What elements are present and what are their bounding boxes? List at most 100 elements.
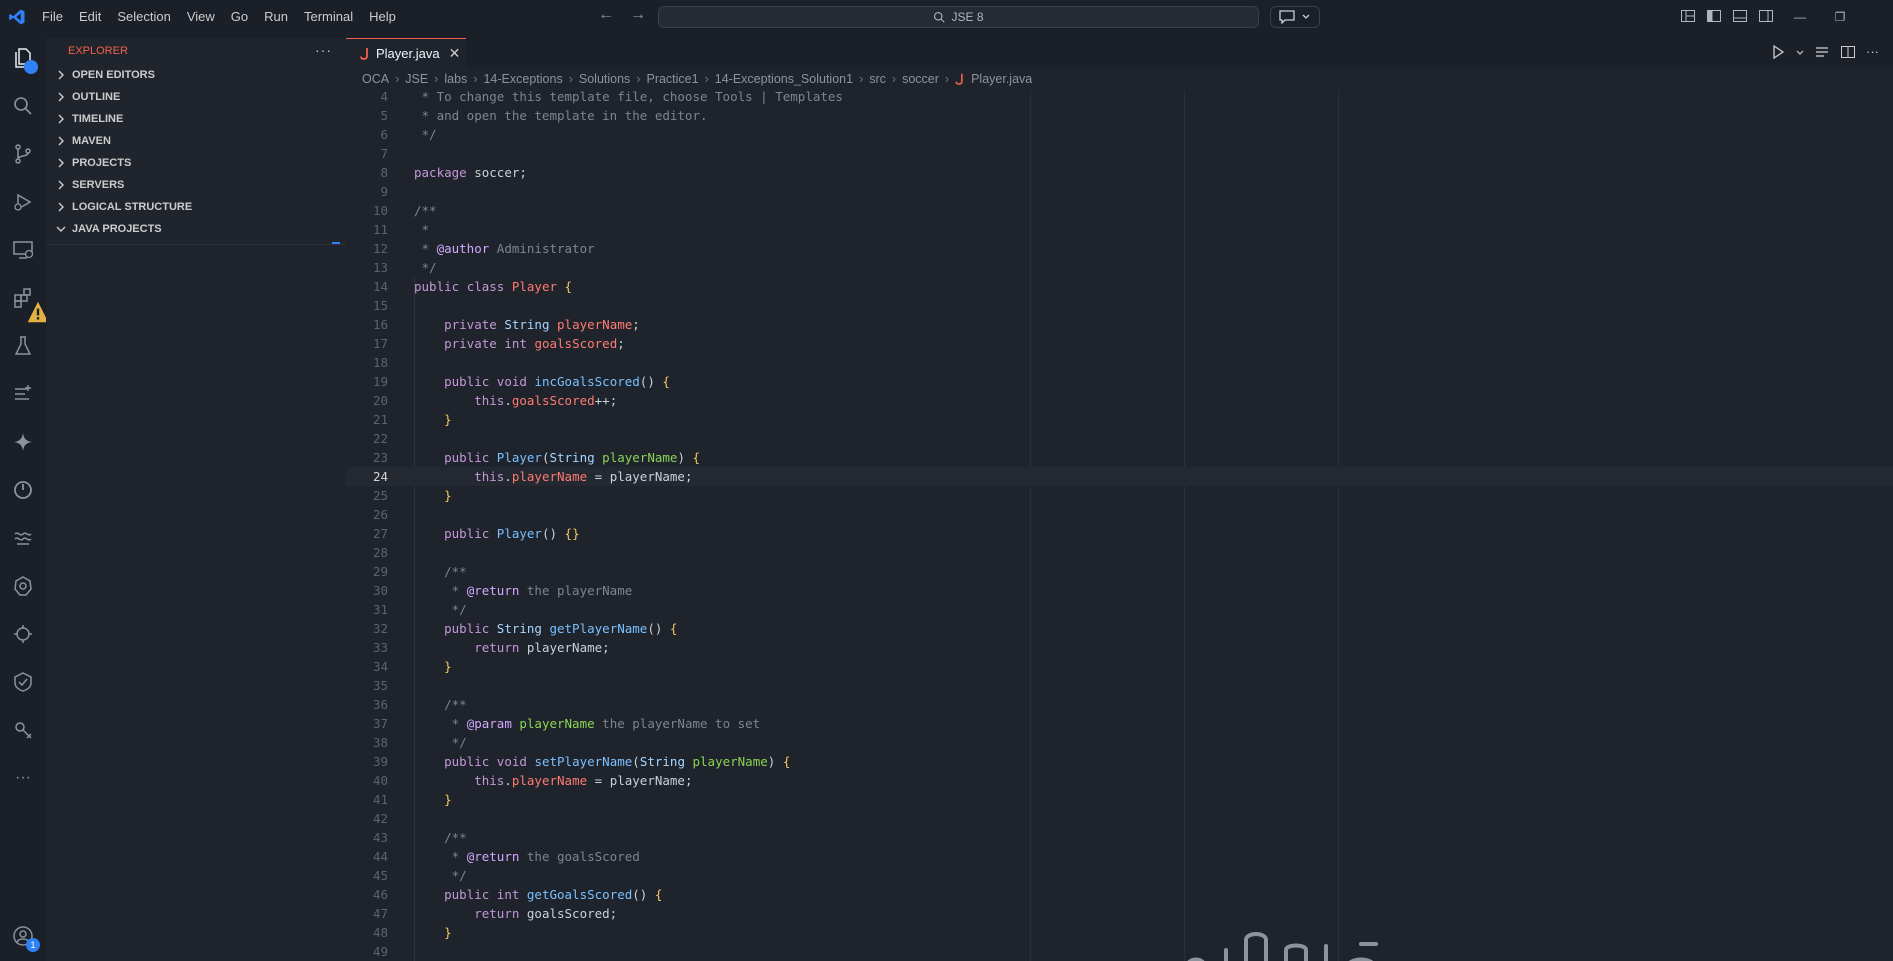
section-outline[interactable]: OUTLINE xyxy=(46,86,346,108)
breadcrumb-item[interactable]: Player.java xyxy=(971,72,1032,86)
source-control-icon[interactable] xyxy=(0,134,46,174)
code-line[interactable]: 23 public Player(String playerName) { xyxy=(346,448,1893,467)
code-line[interactable]: 9 xyxy=(346,182,1893,201)
menu-view[interactable]: View xyxy=(179,0,223,34)
code-line[interactable]: 48 } xyxy=(346,923,1893,942)
code-line[interactable]: 36 /** xyxy=(346,695,1893,714)
code-line[interactable]: 8 package soccer; xyxy=(346,163,1893,182)
code-line[interactable]: 22 xyxy=(346,429,1893,448)
code-line[interactable]: 43 /** xyxy=(346,828,1893,847)
code-line[interactable]: 14 public class Player { xyxy=(346,277,1893,296)
section-servers[interactable]: SERVERS xyxy=(46,174,346,196)
code-line[interactable]: 12 * @author Administrator xyxy=(346,239,1893,258)
menu-help[interactable]: Help xyxy=(361,0,404,34)
code-line[interactable]: 30 * @return the playerName xyxy=(346,581,1893,600)
code-line[interactable]: 38 */ xyxy=(346,733,1893,752)
section-java-projects[interactable]: JAVA PROJECTS xyxy=(46,218,346,240)
code-line[interactable]: 11 * xyxy=(346,220,1893,239)
breadcrumb-item[interactable]: labs xyxy=(444,72,467,86)
code-line[interactable]: 31 */ xyxy=(346,600,1893,619)
code-line[interactable]: 29 /** xyxy=(346,562,1893,581)
code-line[interactable]: 47 return goalsScored; xyxy=(346,904,1893,923)
testing-icon[interactable] xyxy=(0,326,46,366)
search-icon[interactable] xyxy=(0,86,46,126)
breadcrumb-item[interactable]: 14-Exceptions xyxy=(483,72,562,86)
code-line[interactable]: 33 return playerName; xyxy=(346,638,1893,657)
more-views-icon[interactable]: ··· xyxy=(0,758,46,798)
extensions-icon[interactable] xyxy=(0,278,49,323)
more-actions-icon[interactable]: ··· xyxy=(315,42,332,58)
breadcrumb-item[interactable]: Solutions xyxy=(579,72,630,86)
code-line[interactable]: 17 private int goalsScored; xyxy=(346,334,1893,353)
section-open-editors[interactable]: OPEN EDITORS xyxy=(46,64,346,86)
split-editor-icon[interactable] xyxy=(1840,44,1856,60)
code-line[interactable]: 20 this.goalsScored++; xyxy=(346,391,1893,410)
code-line[interactable]: 46 public int getGoalsScored() { xyxy=(346,885,1893,904)
code-line[interactable]: 34 } xyxy=(346,657,1893,676)
checklist-icon[interactable] xyxy=(0,662,46,702)
code-line[interactable]: 32 public String getPlayerName() { xyxy=(346,619,1893,638)
section-logical-structure[interactable]: LOGICAL STRUCTURE xyxy=(46,196,346,218)
spring-boot-icon[interactable] xyxy=(0,470,46,510)
breadcrumb-item[interactable]: soccer xyxy=(902,72,939,86)
breadcrumb-item[interactable]: JSE xyxy=(405,72,428,86)
code-line[interactable]: 18 xyxy=(346,353,1893,372)
code-line[interactable]: 41 } xyxy=(346,790,1893,809)
more-actions-icon[interactable]: ··· xyxy=(1866,44,1879,60)
code-line[interactable]: 27 public Player() {} xyxy=(346,524,1893,543)
dependency-tools-icon[interactable] xyxy=(0,710,46,750)
accounts-icon[interactable]: 1 xyxy=(0,916,46,956)
code-line[interactable]: 15 xyxy=(346,296,1893,315)
copilot-chat-button[interactable] xyxy=(1270,6,1320,28)
kubernetes-icon[interactable] xyxy=(0,566,46,606)
code-line[interactable]: 40 this.playerName = playerName; xyxy=(346,771,1893,790)
code-line[interactable]: 19 public void incGoalsScored() { xyxy=(346,372,1893,391)
menu-edit[interactable]: Edit xyxy=(71,0,109,34)
code-line[interactable]: 49 xyxy=(346,942,1893,961)
chevron-down-icon[interactable] xyxy=(1796,44,1804,60)
code-line[interactable]: 24 this.playerName = playerName; xyxy=(346,467,1893,486)
forward-arrow-icon[interactable]: → xyxy=(630,6,646,24)
code-editor[interactable]: 4 * To change this template file, choose… xyxy=(346,90,1893,961)
code-line[interactable]: 28 xyxy=(346,543,1893,562)
code-line[interactable]: 6 */ xyxy=(346,125,1893,144)
code-line[interactable]: 7 xyxy=(346,144,1893,163)
menu-selection[interactable]: Selection xyxy=(109,0,178,34)
menu-terminal[interactable]: Terminal xyxy=(296,0,361,34)
explorer-icon[interactable] xyxy=(0,38,46,78)
breadcrumb-item[interactable]: OCA xyxy=(362,72,389,86)
code-line[interactable]: 13 */ xyxy=(346,258,1893,277)
breadcrumb-item[interactable]: Practice1 xyxy=(646,72,698,86)
code-line[interactable]: 25 } xyxy=(346,486,1893,505)
code-line[interactable]: 21 } xyxy=(346,410,1893,429)
run-icon[interactable] xyxy=(1770,44,1786,60)
code-line[interactable]: 39 public void setPlayerName(String play… xyxy=(346,752,1893,771)
code-line[interactable]: 42 xyxy=(346,809,1893,828)
back-arrow-icon[interactable]: ← xyxy=(598,6,614,24)
code-line[interactable]: 37 * @param playerName the playerName to… xyxy=(346,714,1893,733)
open-changes-icon[interactable] xyxy=(1814,44,1830,60)
section-projects[interactable]: PROJECTS xyxy=(46,152,346,174)
section-maven[interactable]: MAVEN xyxy=(46,130,346,152)
code-line[interactable]: 35 xyxy=(346,676,1893,695)
menu-run[interactable]: Run xyxy=(256,0,296,34)
breadcrumb-item[interactable]: src xyxy=(869,72,886,86)
docker-gear-icon[interactable] xyxy=(0,614,46,654)
menu-file[interactable]: File xyxy=(34,0,71,34)
customize-layout-icon[interactable] xyxy=(1680,8,1696,24)
copilot-sparkle-icon[interactable] xyxy=(0,422,46,462)
code-line[interactable]: 10 /** xyxy=(346,201,1893,220)
code-line[interactable]: 5 * and open the template in the editor. xyxy=(346,106,1893,125)
restore-icon[interactable]: ❐ xyxy=(1820,0,1860,34)
section-timeline[interactable]: TIMELINE xyxy=(46,108,346,130)
code-line[interactable]: 44 * @return the goalsScored xyxy=(346,847,1893,866)
code-line[interactable]: 26 xyxy=(346,505,1893,524)
toggle-primary-sidebar-icon[interactable] xyxy=(1706,8,1722,24)
remote-explorer-icon[interactable] xyxy=(0,230,46,270)
toggle-panel-icon[interactable] xyxy=(1732,8,1748,24)
code-line[interactable]: 45 */ xyxy=(346,866,1893,885)
java-test-list-icon[interactable] xyxy=(0,374,46,414)
toggle-secondary-sidebar-icon[interactable] xyxy=(1758,8,1774,24)
tab-player-java[interactable]: Player.java ✕ xyxy=(346,38,466,68)
code-line[interactable]: 16 private String playerName; xyxy=(346,315,1893,334)
